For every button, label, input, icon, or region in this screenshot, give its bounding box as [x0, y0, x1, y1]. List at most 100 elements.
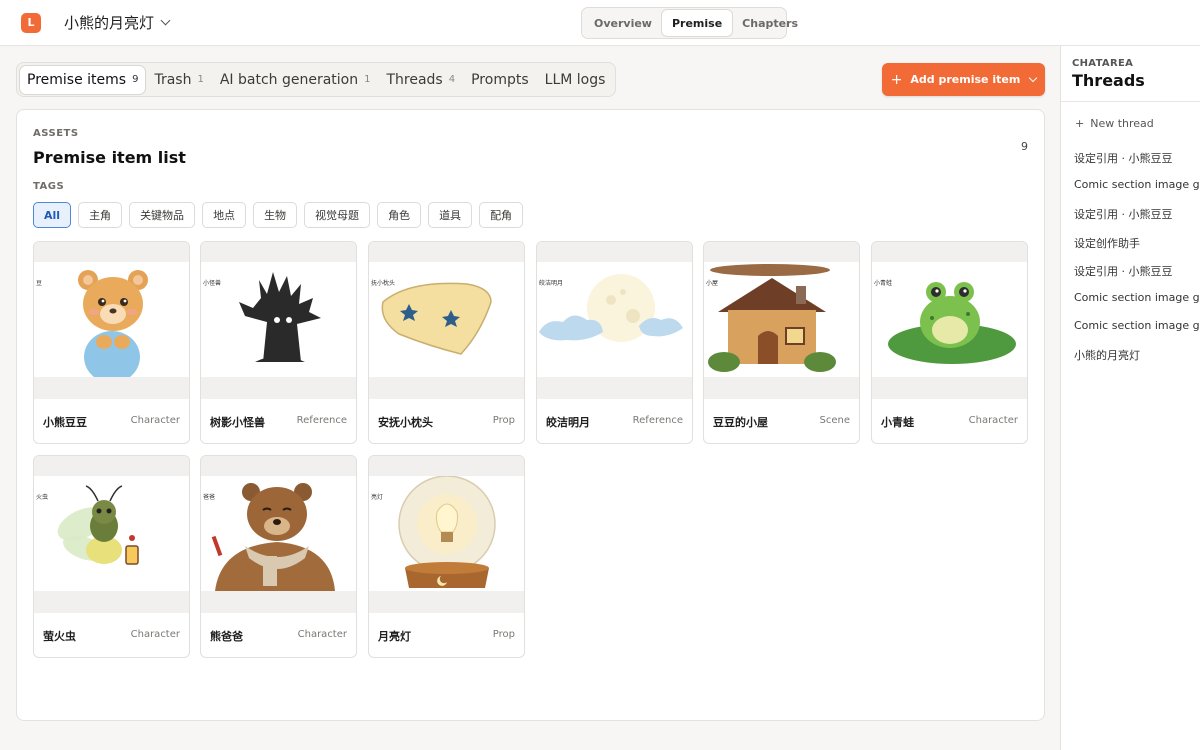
item-name: 萤火虫 [43, 630, 76, 643]
tree-shadow-monster-icon [239, 272, 321, 362]
tag-filter[interactable]: 生物 [253, 202, 298, 228]
papa-bear-icon [211, 483, 335, 591]
thread-item[interactable]: 设定创作助手 [1074, 235, 1140, 251]
tab-chapters[interactable]: Chapters [732, 10, 808, 36]
premise-item-card[interactable]: 爸爸 熊爸爸 Character [200, 455, 357, 658]
item-thumbnail: 皎洁明月 [537, 242, 692, 399]
item-name: 安抚小枕头 [378, 416, 433, 429]
pillow-icon [381, 282, 492, 355]
tag-filter-bar: All 主角 关键物品 地点 生物 视觉母题 角色 道具 配角 [33, 202, 524, 228]
tab-count: 4 [448, 74, 456, 85]
tab-premise-items[interactable]: Premise items 9 [20, 65, 146, 94]
item-name: 树影小怪兽 [210, 416, 265, 429]
tag-filter[interactable]: 道具 [428, 202, 473, 228]
item-thumbnail: 小屋 [704, 242, 859, 399]
item-thumbnail: 抚小枕头 [369, 242, 524, 399]
moon-icon [539, 274, 683, 342]
chat-threads-panel: CHATAREA Threads + New thread 设定引用 · 小熊豆… [1060, 46, 1200, 750]
item-thumbnail: 小怪兽 [201, 242, 356, 399]
item-thumbnail: 小青蛙 [872, 242, 1027, 399]
new-thread-label: New thread [1090, 117, 1154, 130]
item-name: 豆豆的小屋 [713, 416, 768, 429]
view-switcher: Overview Premise Chapters [581, 7, 798, 39]
item-type: Character [297, 629, 347, 640]
moon-lamp-icon [398, 476, 496, 588]
tab-count: 1 [364, 74, 371, 85]
item-type: Scene [819, 415, 851, 426]
project-title: 小熊的月亮灯 [64, 14, 155, 32]
thread-item[interactable]: 设定引用 · 小熊豆豆 [1074, 150, 1173, 166]
tab-label: Trash [154, 71, 192, 88]
item-name: 熊爸爸 [210, 630, 243, 643]
premise-item-card[interactable]: 火虫 萤火虫 Character [33, 455, 190, 658]
app-logo[interactable]: L [21, 13, 41, 33]
panel-eyebrow: CHATAREA [1072, 58, 1134, 69]
item-thumbnail: 爸爸 [201, 456, 356, 613]
thread-item[interactable]: Comic section image ger [1074, 319, 1200, 332]
panel-title: Threads [1072, 71, 1145, 90]
premise-item-card[interactable]: 小青蛙 小青蛙 Character [871, 241, 1028, 444]
thread-item[interactable]: Comic section image ger [1074, 178, 1200, 191]
item-type: Reference [296, 415, 347, 426]
top-bar: L 小熊的月亮灯 Overview Premise Chapters [0, 0, 1200, 46]
tab-premise[interactable]: Premise [661, 10, 733, 36]
tag-filter[interactable]: 配角 [479, 202, 524, 228]
premise-item-card[interactable]: 小怪兽 树影小怪兽 Reference [200, 241, 357, 444]
premise-item-card[interactable]: 皎洁明月 皎洁明月 Reference [536, 241, 693, 444]
item-thumbnail: 豆 [34, 242, 189, 399]
thread-item[interactable]: 设定引用 · 小熊豆豆 [1074, 263, 1173, 279]
item-count: 9 [1021, 140, 1028, 153]
panel-title: Premise item list [33, 148, 186, 167]
new-thread-button[interactable]: + New thread [1075, 117, 1154, 130]
tab-prompts[interactable]: Prompts [464, 66, 536, 94]
tab-label: AI batch generation [219, 71, 359, 88]
tag-filter[interactable]: 关键物品 [129, 202, 196, 228]
tab-ai-batch-generation[interactable]: AI batch generation 1 [213, 66, 378, 94]
tag-filter[interactable]: 角色 [377, 202, 422, 228]
tag-filter-all[interactable]: All [33, 202, 72, 228]
tab-label: LLM logs [544, 71, 606, 88]
tags-label: TAGS [33, 181, 65, 192]
thread-item[interactable]: 设定引用 · 小熊豆豆 [1074, 206, 1173, 222]
item-type: Character [130, 415, 180, 426]
tag-filter[interactable]: 主角 [78, 202, 123, 228]
thread-item[interactable]: 小熊的月亮灯 [1074, 347, 1140, 363]
item-name: 月亮灯 [378, 630, 411, 643]
chevron-down-icon [1029, 73, 1038, 82]
tab-trash[interactable]: Trash 1 [147, 66, 210, 94]
add-premise-item-button[interactable]: + Add premise item [882, 63, 1045, 96]
plus-icon: + [890, 71, 903, 88]
add-premise-item-label: Add premise item [910, 73, 1021, 86]
project-switcher[interactable]: 小熊的月亮灯 [64, 12, 171, 33]
tab-count: 9 [132, 74, 139, 85]
premise-item-card[interactable]: 抚小枕头 安抚小枕头 Prop [368, 241, 525, 444]
item-thumbnail: 火虫 [34, 456, 189, 613]
chevron-down-icon [160, 15, 171, 26]
section-eyebrow: ASSETS [33, 128, 79, 139]
premise-tabs: Premise items 9 Trash 1 AI batch generat… [16, 62, 617, 97]
thread-item[interactable]: Comic section image ger [1074, 291, 1200, 304]
tab-llm-logs[interactable]: LLM logs [538, 66, 613, 94]
item-type: Prop [492, 415, 515, 426]
item-type: Reference [632, 415, 683, 426]
tab-count: 1 [197, 74, 204, 85]
item-name: 皎洁明月 [546, 416, 590, 429]
item-thumbnail: 亮灯 [369, 456, 524, 613]
tab-label: Threads [386, 71, 443, 88]
premise-item-card[interactable]: 豆 小熊豆豆 Character [33, 241, 190, 444]
item-type: Character [130, 629, 180, 640]
premise-item-card[interactable]: 亮灯 月亮灯 Prop [368, 455, 525, 658]
tag-filter[interactable]: 视觉母题 [304, 202, 371, 228]
firefly-icon [57, 485, 139, 565]
bear-cub-icon [78, 270, 148, 377]
tab-overview[interactable]: Overview [584, 10, 662, 36]
premise-item-card[interactable]: 小屋 豆豆的小屋 Scene [703, 241, 860, 444]
item-type: Prop [492, 629, 515, 640]
premise-item-list-panel: ASSETS Premise item list 9 TAGS All 主角 关… [16, 109, 1045, 721]
tab-threads[interactable]: Threads 4 [379, 66, 462, 94]
item-name: 小青蛙 [881, 416, 914, 429]
plus-icon: + [1075, 117, 1085, 130]
item-name: 小熊豆豆 [43, 416, 87, 429]
tag-filter[interactable]: 地点 [202, 202, 247, 228]
cottage-icon [708, 264, 836, 372]
